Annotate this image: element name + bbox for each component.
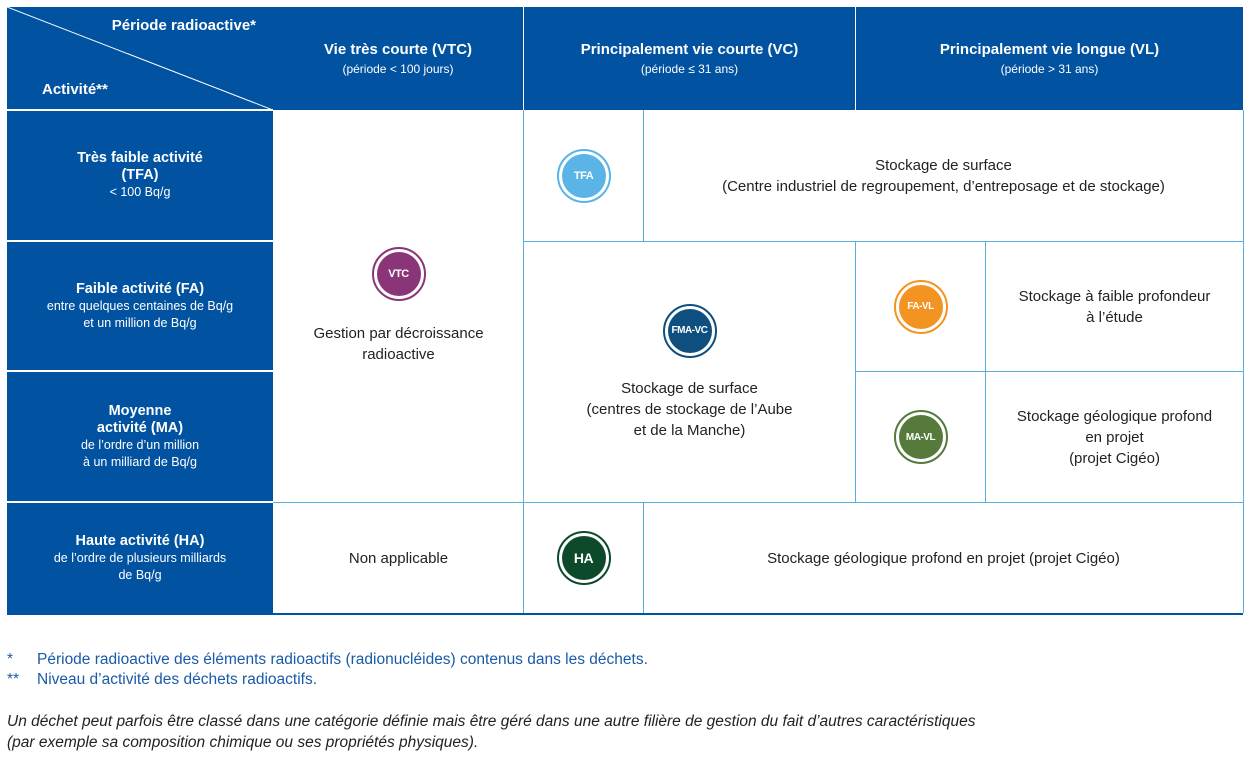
cell-text: (Centre industriel de regroupement, d’en… [722,177,1165,195]
badge-label: HA [561,536,606,580]
badge-label: FMA-VC [667,308,712,353]
cell-tfa-badge: TFA [524,110,643,241]
cell-ha-vtc: Non applicable [274,503,523,613]
fa-vl-badge: FA-VL [893,279,948,334]
cell-ha-badge: HA [524,503,643,613]
cell-text: (projet Cigéo) [1069,449,1160,467]
badge-label: FA-VL [898,284,943,329]
activity-axis-label: Activité** [42,81,108,98]
tfa-badge: TFA [556,148,611,203]
divider [7,240,273,242]
corner-header-cell: Période radioactive* Activité** [7,7,273,110]
footnote-marker: * [7,651,14,668]
footnote-period: * Période radioactive des éléments radioa… [7,650,648,670]
row-header-ha: Haute activité (HA) de l’ordre de plusie… [7,503,273,613]
divider [7,109,273,111]
row-header-fa: Faible activité (FA) entre quelques cent… [7,242,273,371]
row-subtitle: de Bq/g [118,567,162,582]
fma-vc-badge: FMA-VC [662,303,717,358]
column-header-vtc: Vie très courte (VTC) (période < 100 jou… [273,7,523,110]
cell-ma-vl-badge: MA-VL [856,372,985,502]
cell-fa-vl-storage: Stockage à faible profondeur à l’étude [986,242,1243,371]
cell-text: radioactive [362,346,435,363]
cell-fma-vc: FMA-VC Stockage de surface (centres de s… [524,242,855,502]
divider [7,370,273,372]
cell-text: Non applicable [348,549,449,567]
badge-label: MA-VL [898,415,943,459]
row-title: Faible activité (FA) [75,281,205,297]
row-header-tfa: Très faible activité (TFA) < 100 Bq/g [7,111,273,240]
divider [7,501,273,503]
row-title: activité (MA) [96,419,184,436]
row-title: Haute activité (HA) [75,532,205,549]
divider [855,7,856,110]
cell-text: Stockage géologique profond [1016,407,1213,425]
footnote-text: Période radioactive des éléments radioac… [37,651,648,668]
row-subtitle: de l’ordre d’un million [80,437,200,452]
cell-ma-vl-storage: Stockage géologique profond en projet (p… [986,372,1243,502]
cell-text: à l’étude [1086,308,1143,326]
cell-text: (centres de stockage de l’Aube [586,400,793,418]
classification-note: Un déchet peut parfois être classé dans … [7,711,975,753]
row-header-ma: Moyenne activité (MA) de l’ordre d’un mi… [7,372,273,501]
cell-tfa-storage: Stockage de surface (Centre industriel d… [644,110,1243,241]
cell-text: Stockage de surface [875,156,1012,174]
cell-text: et de la Manche) [633,421,746,439]
column-title: Vie très courte (VTC) [323,40,473,58]
footnote-activity: ** Niveau d’activité des déchets radioact… [7,670,317,690]
cell-vtc-management: VTC Gestion par décroissance radioactive [274,110,523,502]
row-title: Moyenne [108,402,172,419]
row-subtitle: et un million de Bq/g [83,316,197,330]
row-title: (TFA) [121,167,159,183]
cell-text: Stockage à faible profondeur [1018,287,1211,305]
column-subtitle: (période < 100 jours) [342,61,454,76]
ha-badge: HA [556,531,611,585]
footnote-text: Niveau d’activité des déchets radioactif… [37,671,318,688]
grid-line [7,613,1243,615]
period-axis-label: Période radioactive* [111,17,256,34]
row-subtitle: à un milliard de Bq/g [83,454,197,469]
ma-vl-badge: MA-VL [893,410,948,464]
cell-ha-storage: Stockage géologique profond en projet (p… [644,503,1243,613]
column-header-vl: Principalement vie longue (VL) (période … [856,7,1243,110]
note-line: Un déchet peut parfois être classé dans … [7,713,976,730]
cell-text: Gestion par décroissance [313,325,484,342]
column-title: Principalement vie longue (VL) [939,40,1160,58]
footnote-marker: ** [7,671,20,688]
row-subtitle: de l’ordre de plusieurs milliards [53,550,227,565]
row-subtitle: entre quelques centaines de Bq/g [46,299,234,313]
grid-line [1243,110,1244,613]
cell-text: Stockage géologique profond en projet (p… [767,549,1120,567]
note-line: (par exemple sa composition chimique ou … [7,734,479,751]
column-subtitle: (période ≤ 31 ans) [640,61,739,76]
column-subtitle: (période > 31 ans) [1000,61,1099,76]
divider [523,7,524,110]
cell-text: Stockage de surface [621,379,758,397]
column-header-vc: Principalement vie courte (VC) (période … [524,7,855,110]
row-title: Très faible activité [77,150,203,166]
badge-label: VTC [376,252,421,296]
column-title: Principalement vie courte (VC) [580,40,799,58]
row-subtitle: < 100 Bq/g [109,185,171,199]
badge-label: TFA [561,153,606,198]
vtc-badge: VTC [371,247,426,301]
cell-text: en projet [1085,428,1144,446]
cell-fa-vl-badge: FA-VL [856,242,985,371]
